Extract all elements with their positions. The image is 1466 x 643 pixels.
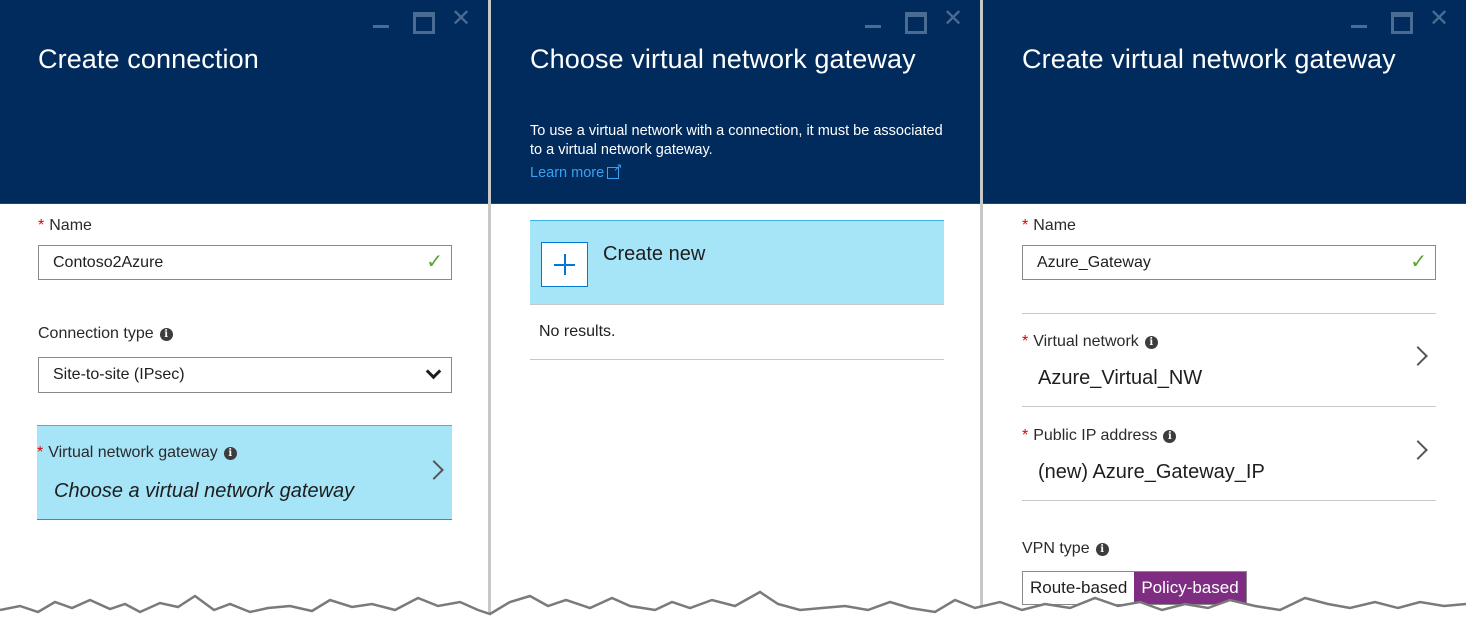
connection-type-label-text: Connection type bbox=[38, 325, 154, 342]
name-label: * Name bbox=[38, 217, 92, 235]
info-icon[interactable]: i bbox=[223, 446, 237, 460]
blade-header: Choose virtual network gateway ✕ To use … bbox=[491, 0, 980, 204]
divider bbox=[1022, 406, 1436, 407]
virtual-network-gateway-selector[interactable]: * Virtual network gateway i Choose a vir… bbox=[37, 425, 452, 520]
maximize-icon[interactable] bbox=[410, 8, 435, 34]
info-icon[interactable]: i bbox=[159, 327, 173, 341]
plus-icon bbox=[541, 242, 588, 287]
gateway-name-input[interactable]: Azure_Gateway ✓ bbox=[1022, 245, 1436, 280]
virtual-network-value: Azure_Virtual_NW bbox=[1038, 367, 1203, 389]
gateway-label: * Virtual network gateway i bbox=[37, 444, 237, 462]
gateway-name-label: * Name bbox=[1022, 217, 1076, 235]
maximize-icon[interactable] bbox=[1388, 8, 1413, 34]
blade-title: Create connection bbox=[38, 44, 259, 74]
window-controls: ✕ bbox=[862, 7, 964, 34]
name-label-text: Name bbox=[49, 217, 92, 234]
gateway-placeholder: Choose a virtual network gateway bbox=[54, 480, 355, 502]
close-icon[interactable]: ✕ bbox=[1428, 7, 1450, 31]
divider bbox=[530, 304, 944, 305]
blade-header: Create connection ✕ bbox=[0, 0, 488, 204]
required-marker: * bbox=[37, 444, 44, 461]
public-ip-value: (new) Azure_Gateway_IP bbox=[1038, 461, 1265, 483]
connection-name-value: Contoso2Azure bbox=[53, 254, 164, 271]
required-marker: * bbox=[1022, 333, 1029, 350]
gateway-label-text: Virtual network gateway bbox=[48, 444, 218, 461]
public-ip-label-text: Public IP address bbox=[1033, 427, 1158, 444]
vpn-type-label: VPN type i bbox=[1022, 540, 1109, 558]
torn-edge-decoration bbox=[0, 590, 1466, 643]
info-icon[interactable]: i bbox=[1095, 542, 1109, 556]
connection-type-value: Site-to-site (IPsec) bbox=[53, 366, 185, 383]
learn-more-label[interactable]: Learn more bbox=[530, 165, 604, 181]
gateway-name-label-text: Name bbox=[1033, 217, 1076, 234]
divider bbox=[1022, 500, 1436, 501]
public-ip-label: * Public IP address i bbox=[1022, 427, 1177, 445]
connection-name-input[interactable]: Contoso2Azure ✓ bbox=[38, 245, 452, 280]
blade-title: Create virtual network gateway bbox=[1022, 44, 1396, 74]
create-new-label: Create new bbox=[603, 243, 706, 265]
virtual-network-label-text: Virtual network bbox=[1033, 333, 1139, 350]
required-marker: * bbox=[1022, 427, 1029, 444]
minimize-icon[interactable] bbox=[862, 8, 884, 30]
create-connection-blade: Create connection ✕ bbox=[0, 0, 488, 643]
window-controls: ✕ bbox=[370, 7, 472, 34]
divider bbox=[1022, 313, 1436, 314]
chevron-down-icon bbox=[425, 363, 442, 380]
info-icon[interactable]: i bbox=[1144, 335, 1158, 349]
minimize-icon[interactable] bbox=[370, 8, 392, 30]
valid-check-icon: ✓ bbox=[1410, 251, 1427, 273]
blade-description: To use a virtual network with a connecti… bbox=[530, 123, 943, 158]
minimize-icon[interactable] bbox=[1348, 8, 1370, 30]
required-marker: * bbox=[1022, 217, 1029, 234]
connection-type-label: Connection type i bbox=[38, 325, 173, 343]
close-icon[interactable]: ✕ bbox=[942, 7, 964, 31]
connection-type-select[interactable]: Site-to-site (IPsec) bbox=[38, 357, 452, 393]
create-new-button[interactable]: Create new bbox=[530, 220, 944, 304]
no-results-text: No results. bbox=[539, 323, 616, 340]
learn-more-link[interactable]: Learn more bbox=[530, 161, 622, 181]
info-icon[interactable]: i bbox=[1163, 429, 1177, 443]
virtual-network-label: * Virtual network i bbox=[1022, 333, 1158, 351]
vpn-type-label-text: VPN type bbox=[1022, 540, 1090, 557]
maximize-icon[interactable] bbox=[902, 8, 927, 34]
external-link-icon bbox=[607, 161, 622, 179]
choose-gateway-blade: Choose virtual network gateway ✕ To use … bbox=[491, 0, 980, 643]
close-icon[interactable]: ✕ bbox=[450, 7, 472, 31]
valid-check-icon: ✓ bbox=[426, 251, 443, 273]
window-controls: ✕ bbox=[1348, 7, 1450, 34]
required-marker: * bbox=[38, 217, 45, 234]
chevron-right-icon bbox=[424, 460, 444, 480]
blade-title: Choose virtual network gateway bbox=[530, 44, 916, 74]
gateway-name-value: Azure_Gateway bbox=[1037, 254, 1151, 271]
divider bbox=[530, 359, 944, 360]
blade-header: Create virtual network gateway ✕ bbox=[983, 0, 1466, 204]
